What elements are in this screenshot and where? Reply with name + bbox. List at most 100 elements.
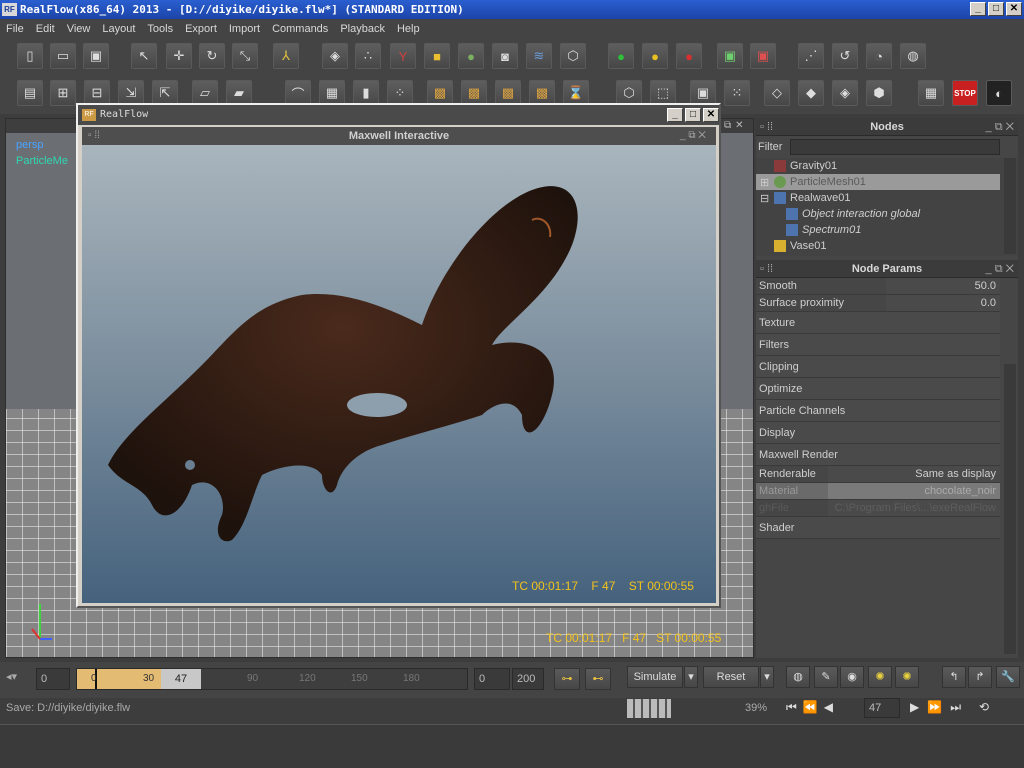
add-emitter-icon[interactable]: ◈	[322, 43, 348, 69]
param-ghfile[interactable]: ghFile C:\Program Files\...\exeRealFlow	[756, 500, 1000, 517]
section-clipping[interactable]: Clipping	[756, 356, 1000, 378]
nodes-panel-menu-icon[interactable]: ▫ ⁞⁞	[760, 118, 773, 136]
rotate-icon[interactable]: ↻	[199, 43, 225, 69]
viewport-close-icon[interactable]: ✕	[735, 120, 743, 131]
section-maxwell-render[interactable]: Maxwell Render	[756, 444, 1000, 466]
maxwell-render-icon[interactable]: ◐	[986, 80, 1012, 106]
simulate-button[interactable]: Simulate	[627, 666, 683, 688]
green-light-icon[interactable]: ●	[608, 43, 634, 69]
menu-import[interactable]: Import	[223, 23, 266, 35]
shading-full-icon[interactable]: ⬢	[866, 80, 892, 106]
add-gravity-icon[interactable]: Y	[390, 43, 416, 69]
select-arrow-icon[interactable]: ↖	[131, 43, 157, 69]
shading-wire-icon[interactable]: ◇	[764, 80, 790, 106]
rf-minimize-button[interactable]: _	[667, 108, 683, 122]
maxwell-panel-controls[interactable]: _ ⧉ ✕	[680, 130, 706, 141]
sim-step-fwd-icon[interactable]: ↱	[968, 666, 992, 688]
range-start-field[interactable]: 0	[474, 668, 510, 690]
status-frame-field[interactable]: 47	[864, 698, 900, 718]
sim-edit-icon[interactable]: ✎	[814, 666, 838, 688]
menu-file[interactable]: File	[0, 23, 30, 35]
add-constraint-icon[interactable]: ⬡	[560, 43, 586, 69]
section-particle-channels[interactable]: Particle Channels	[756, 400, 1000, 422]
batch-monitor-icon[interactable]: ◔	[866, 43, 892, 69]
sim-wrench-icon[interactable]: 🔧	[996, 666, 1020, 688]
sim-globe-icon[interactable]: ◍	[786, 666, 810, 688]
save-state-icon[interactable]: ▣	[717, 43, 743, 69]
timeline-start-field[interactable]: 0	[36, 668, 70, 690]
reset-dropdown-icon[interactable]: ▾	[760, 666, 774, 688]
reset-button[interactable]: Reset	[703, 666, 759, 688]
menu-export[interactable]: Export	[179, 23, 223, 35]
section-shader[interactable]: Shader	[756, 517, 1000, 539]
menu-layout[interactable]: Layout	[96, 23, 141, 35]
play-forward-icon[interactable]: ▶	[910, 700, 919, 715]
batch-script-icon[interactable]: ↺	[832, 43, 858, 69]
key-out-icon[interactable]: ⊷	[585, 668, 611, 690]
add-mesh-icon[interactable]: ●	[458, 43, 484, 69]
node-particlemesh01[interactable]: ⊞ ParticleMesh01	[756, 174, 1000, 190]
menu-playback[interactable]: Playback	[334, 23, 391, 35]
play-back-icon[interactable]: ◀	[824, 700, 833, 715]
save-icon[interactable]: ▣	[83, 43, 109, 69]
timeline-track[interactable]: 0 30 90 120 150 180 47	[76, 668, 468, 690]
axis-icon[interactable]: ⅄	[273, 43, 299, 69]
render-settings-icon[interactable]: ▦	[918, 80, 944, 106]
move-icon[interactable]: ✛	[166, 43, 192, 69]
param-surface-proximity[interactable]: Surface proximity 0.0	[756, 295, 1000, 312]
add-object-icon[interactable]: ■	[424, 43, 450, 69]
step-back-icon[interactable]: ⏪	[803, 700, 818, 715]
node-object-interaction-global[interactable]: Object interaction global	[756, 206, 1018, 222]
goto-end-icon[interactable]: ⏭	[950, 700, 961, 715]
nodes-scrollbar[interactable]	[1004, 158, 1016, 254]
section-texture[interactable]: Texture	[756, 312, 1000, 334]
key-in-icon[interactable]: ⊶	[554, 668, 580, 690]
param-material[interactable]: Material chocolate_noir	[756, 483, 1000, 500]
batch-graph-icon[interactable]: ⋰	[798, 43, 824, 69]
menu-tools[interactable]: Tools	[141, 23, 179, 35]
maximize-button[interactable]: □	[988, 2, 1004, 16]
close-button[interactable]: ✕	[1006, 2, 1022, 16]
sim-step-back-icon[interactable]: ↰	[942, 666, 966, 688]
menu-commands[interactable]: Commands	[266, 23, 334, 35]
menu-view[interactable]: View	[61, 23, 97, 35]
param-smooth[interactable]: Smooth 50.0	[756, 278, 1000, 295]
section-optimize[interactable]: Optimize	[756, 378, 1000, 400]
section-filters[interactable]: Filters	[756, 334, 1000, 356]
scale-icon[interactable]: ⤡	[232, 43, 258, 69]
loop-icon[interactable]: ⟲	[979, 700, 989, 715]
goto-start-icon[interactable]: ⏮	[786, 700, 797, 715]
params-panel-controls[interactable]: _ ⧉ ✕	[986, 260, 1014, 278]
timeline-menu-icon[interactable]: ◂▾	[6, 670, 17, 683]
menu-help[interactable]: Help	[391, 23, 426, 35]
filter-input[interactable]	[790, 139, 1001, 155]
params-panel-menu-icon[interactable]: ▫ ⁞⁞	[760, 260, 773, 278]
params-scrollbar[interactable]	[1004, 364, 1016, 654]
view-dots-icon[interactable]: ⁙	[724, 80, 750, 106]
section-display[interactable]: Display	[756, 422, 1000, 444]
batch-globe-icon[interactable]: ◍	[900, 43, 926, 69]
expand-icon[interactable]: ⊞	[760, 175, 769, 191]
add-realwave-icon[interactable]: ≋	[526, 43, 552, 69]
delete-state-icon[interactable]: ▣	[750, 43, 776, 69]
node-gravity01[interactable]: Gravity01	[756, 158, 1018, 174]
maxwell-render-view[interactable]: TC 00:01:17 F 47 ST 00:00:55	[82, 145, 716, 603]
add-daemon-icon[interactable]: ∴	[355, 43, 381, 69]
yellow-light-icon[interactable]: ●	[642, 43, 668, 69]
simulate-dropdown-icon[interactable]: ▾	[684, 666, 698, 688]
node-realwave01[interactable]: ⊟ Realwave01	[756, 190, 1018, 206]
rf-maximize-button[interactable]: □	[685, 108, 701, 122]
add-camera-icon[interactable]: ◙	[492, 43, 518, 69]
timeline-current-frame[interactable]: 47	[161, 669, 201, 689]
node-spectrum01[interactable]: Spectrum01	[756, 222, 1018, 238]
maxwell-menu-icon[interactable]: ▫ ⁞⁞	[88, 130, 100, 141]
open-folder-icon[interactable]: ▭	[50, 43, 76, 69]
rf-close-button[interactable]: ✕	[703, 108, 719, 122]
minimize-button[interactable]: _	[970, 2, 986, 16]
add-node-icon[interactable]: ⊞	[50, 80, 76, 106]
layout-icon[interactable]: ▤	[17, 80, 43, 106]
viewport-float-icon[interactable]: ⧉	[724, 120, 731, 131]
sim-eye-icon[interactable]: ◉	[840, 666, 864, 688]
new-scene-icon[interactable]: ▯	[17, 43, 43, 69]
collapse-icon[interactable]: ⊟	[760, 191, 769, 207]
